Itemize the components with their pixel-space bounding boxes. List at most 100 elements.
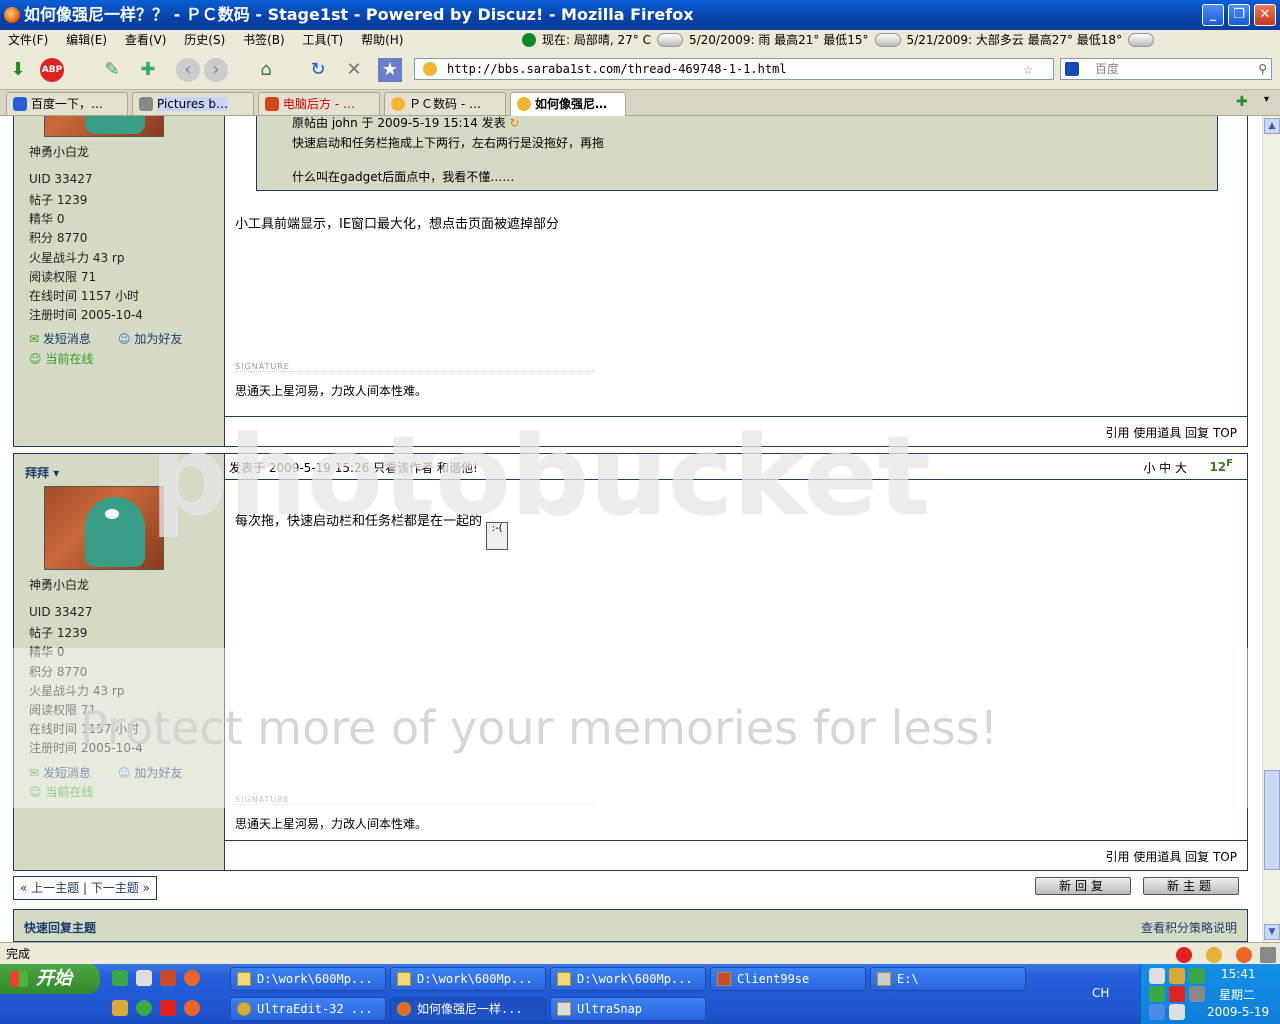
- signature-label: SIGNATURE: [235, 362, 595, 372]
- post-actions-links[interactable]: 引用 使用道具 回复 TOP: [1106, 848, 1237, 865]
- new-tab-icon[interactable]: ✚: [136, 58, 160, 82]
- new-reply-button[interactable]: 新回复: [1035, 877, 1131, 895]
- menu-edit[interactable]: 编辑(E): [66, 33, 107, 47]
- tab-active[interactable]: 如何像强尼…: [510, 92, 626, 116]
- tab-diannao[interactable]: 电脑后方 - …: [258, 92, 380, 115]
- prev-next-links[interactable]: « 上一主题 | 下一主题 »: [13, 876, 157, 900]
- maximize-button[interactable]: ❐: [1228, 4, 1250, 26]
- language-indicator[interactable]: CH: [1092, 986, 1109, 1000]
- taskbar-item[interactable]: Client99se: [710, 967, 866, 991]
- network-icon[interactable]: [1149, 1004, 1165, 1020]
- tray-icon[interactable]: [1169, 1004, 1185, 1020]
- stat-credits: 积分 8770: [29, 665, 88, 679]
- menu-tools[interactable]: 工具(T): [303, 33, 344, 47]
- bookmark-icon[interactable]: ★: [378, 58, 402, 82]
- minimize-button[interactable]: _: [1202, 4, 1224, 26]
- stop-icon[interactable]: ✕: [342, 58, 366, 82]
- download-icon[interactable]: ⬇: [6, 58, 30, 82]
- back-button[interactable]: ‹: [176, 58, 200, 82]
- home-icon[interactable]: ⌂: [254, 58, 278, 82]
- quicklaunch-icon[interactable]: [112, 970, 128, 986]
- quicklaunch-icon[interactable]: [160, 970, 176, 986]
- taskbar-item[interactable]: UltraEdit-32 ...: [230, 997, 386, 1021]
- quicklaunch-icon[interactable]: [112, 1000, 128, 1016]
- stat-online-time: 在线时间 1157 小时: [29, 722, 140, 736]
- add-friend-link[interactable]: ☺ 加为好友: [118, 330, 182, 347]
- tab-pc[interactable]: ＰＣ数码 - …: [384, 92, 506, 115]
- window-titlebar[interactable]: 如何像强尼一样？？ - ＰＣ数码 - Stage1st - Powered by…: [0, 0, 1280, 30]
- settings-status-icon[interactable]: [1260, 947, 1276, 963]
- tab-pictures[interactable]: Pictures b…: [132, 92, 254, 115]
- send-message-link[interactable]: ✉ 发短消息: [29, 764, 91, 781]
- tray-icon[interactable]: [1149, 968, 1165, 984]
- online-label: 当前在线: [45, 785, 94, 799]
- tab-baidu[interactable]: 百度一下，…: [6, 92, 128, 115]
- taskbar-item[interactable]: E:\: [870, 967, 1026, 991]
- taskbar-item-active[interactable]: 如何像强尼一样...: [390, 997, 546, 1021]
- envelope-icon: ✉: [29, 332, 43, 346]
- site-icon: [265, 97, 279, 111]
- quicklaunch-icon[interactable]: [160, 1000, 176, 1016]
- post-meta[interactable]: 发表于 2009-5-19 15:26 只看该作者 和谐他!: [229, 459, 478, 476]
- addon-status-icon[interactable]: [1206, 947, 1222, 963]
- adblock-status-icon[interactable]: [1176, 947, 1192, 963]
- close-button[interactable]: ✕: [1254, 4, 1276, 26]
- site-icon: [391, 97, 405, 111]
- weather-now: 现在: 局部晴, 27° C: [542, 33, 651, 47]
- send-message-link[interactable]: ✉ 发短消息: [29, 330, 91, 347]
- add-friend-link[interactable]: ☺ 加为好友: [118, 764, 182, 781]
- credit-help-link[interactable]: 查看积分策略说明: [1141, 919, 1237, 936]
- stat-register-date: 注册时间 2005-10-4: [29, 741, 143, 755]
- post-12: 拜拜 ▾ 神勇小白龙 UID 33427 帖子 1239 精华 0 积分 877…: [13, 453, 1248, 871]
- tray-icon[interactable]: [1149, 986, 1165, 1002]
- search-input[interactable]: 百度 ⚲: [1060, 58, 1272, 80]
- font-size-switch[interactable]: 小 中 大: [1143, 459, 1187, 476]
- firefox-quicklaunch-icon[interactable]: [184, 970, 200, 986]
- scroll-thumb[interactable]: [1264, 770, 1280, 870]
- forward-button[interactable]: ›: [204, 58, 228, 82]
- tray-icon[interactable]: [1169, 986, 1185, 1002]
- weather-widget[interactable]: 现在: 局部晴, 27° C 5/20/2009: 雨 最高21° 最低15° 5/…: [522, 30, 1160, 50]
- menu-history[interactable]: 历史(S): [184, 33, 225, 47]
- goto-post-icon[interactable]: ↻: [509, 116, 519, 130]
- volume-icon[interactable]: [1189, 986, 1205, 1002]
- search-engine-icon[interactable]: [1065, 62, 1079, 76]
- quicklaunch-icon[interactable]: [184, 1000, 200, 1016]
- ultraedit-icon: [237, 1002, 251, 1016]
- taskbar-item[interactable]: UltraSnap: [550, 997, 706, 1021]
- menu-file[interactable]: 文件(F): [8, 33, 48, 47]
- menu-view[interactable]: 查看(V): [125, 33, 167, 47]
- scroll-down-button[interactable]: ▼: [1264, 924, 1280, 940]
- post-actions-links[interactable]: 引用 使用道具 回复 TOP: [1106, 424, 1237, 441]
- vertical-scrollbar[interactable]: ▲ ▼: [1262, 116, 1280, 942]
- menu-bookmarks[interactable]: 书签(B): [243, 33, 285, 47]
- scroll-up-button[interactable]: ▲: [1264, 118, 1280, 134]
- add-friend-label: 加为好友: [134, 766, 183, 780]
- reload-icon[interactable]: ↻: [306, 58, 330, 82]
- taskbar-item[interactable]: D:\work\600Mp...: [550, 967, 706, 991]
- start-button[interactable]: 开始: [0, 964, 100, 994]
- tab-list-button[interactable]: ▾: [1264, 94, 1269, 105]
- taskbar-item[interactable]: D:\work\600Mp...: [230, 967, 386, 991]
- clock-time[interactable]: 15:41: [1221, 967, 1256, 981]
- quicklaunch-icon[interactable]: [136, 1000, 152, 1016]
- clock-date: 2009-5-19: [1207, 1005, 1270, 1019]
- firefox-status-icon[interactable]: [1236, 947, 1252, 963]
- tray-icon[interactable]: [1169, 968, 1185, 984]
- signature-label: SIGNATURE: [235, 795, 595, 805]
- quick-reply-title[interactable]: 快速回复主题: [24, 919, 96, 936]
- author-name[interactable]: 拜拜 ▾: [25, 464, 59, 481]
- url-bar[interactable]: http://bbs.saraba1st.com/thread-469748-1…: [414, 58, 1054, 80]
- post-sidebar: 拜拜 ▾ 神勇小白龙 UID 33427 帖子 1239 精华 0 积分 877…: [14, 454, 225, 870]
- quicklaunch-icon[interactable]: [136, 970, 152, 986]
- menu-help[interactable]: 帮助(H): [361, 33, 403, 47]
- search-icon[interactable]: ⚲: [1258, 59, 1267, 79]
- new-tab-button[interactable]: ✚: [1236, 94, 1248, 110]
- new-topic-button[interactable]: 新主题: [1143, 877, 1239, 895]
- star-bookmark-icon[interactable]: ☆: [1023, 59, 1033, 79]
- adblock-icon[interactable]: ABP: [40, 58, 64, 82]
- edit-page-icon[interactable]: ✎: [100, 58, 124, 82]
- post-main: 原帖由 john 于 2009-5-19 15:14 发表 ↻ 快速启动和任务栏…: [225, 116, 1247, 446]
- taskbar-item[interactable]: D:\work\600Mp...: [390, 967, 546, 991]
- tray-icon[interactable]: [1189, 968, 1205, 984]
